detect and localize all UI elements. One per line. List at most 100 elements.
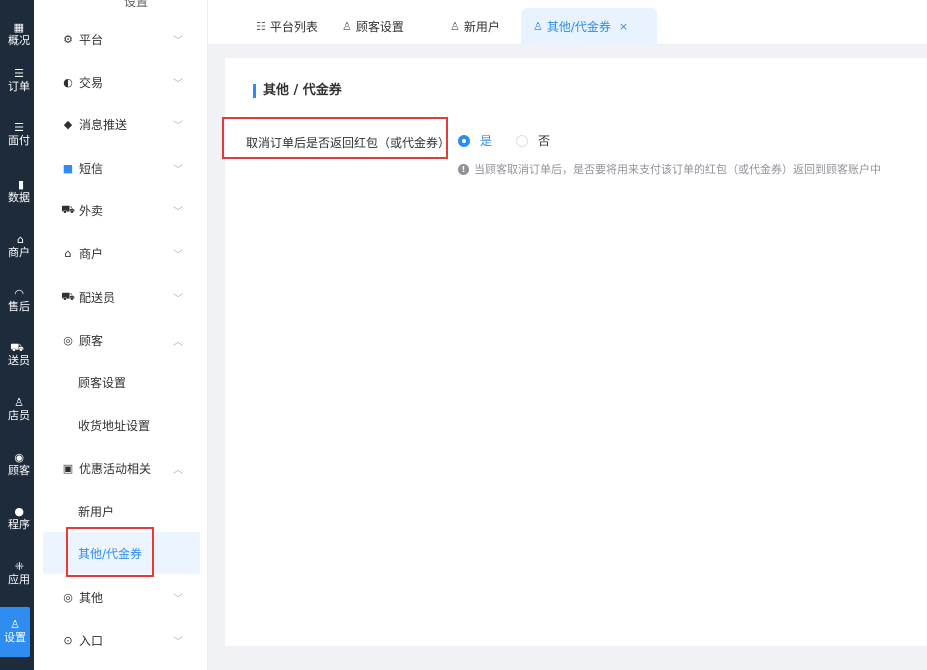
list-icon: ☷ — [256, 20, 266, 33]
submenu-item-label: 收货地址设置 — [78, 418, 151, 433]
wechat-icon: ● — [14, 505, 24, 518]
return-voucher-label: 取消订单后是否返回红包（或代金券） — [246, 136, 451, 150]
gear-icon: ⚙ — [63, 32, 73, 46]
submenu-group-platform[interactable]: ⚙ 平台 ﹀ — [34, 19, 207, 59]
submenu-group-label: 顾客 — [79, 333, 104, 348]
sms-icon: ■ — [62, 161, 74, 175]
submenu-group-merchant[interactable]: ⌂ 商户 ﹀ — [34, 233, 207, 273]
chevron-up-icon: ︿ — [173, 464, 183, 476]
rail-item-label: 数据 — [8, 191, 30, 204]
rail-item-overview[interactable]: ▦ 概况 — [0, 10, 34, 60]
submenu-group-takeaway[interactable]: ⛟ 外卖 ﹀ — [34, 190, 207, 230]
customer-icon: ◉ — [14, 451, 24, 464]
page-title: 其他 / 代金券 — [253, 84, 342, 98]
radio-no-label: 否 — [538, 134, 551, 148]
tab-label: 新用户 — [463, 20, 500, 34]
rail-item-label: 商户 — [8, 246, 30, 259]
radio-checked-icon — [458, 134, 470, 147]
submenu-group-courier[interactable]: ⛟ 配送员 ﹀ — [34, 277, 207, 317]
submenu-group-trade[interactable]: ◐ 交易 ﹀ — [34, 62, 207, 102]
rail-item-orders[interactable]: ☰ 订单 — [0, 56, 34, 106]
submenu-item-label: 其他/代金券 — [78, 546, 143, 561]
submenu-group-promotions[interactable]: ▣ 优惠活动相关 ︿ — [34, 448, 207, 488]
entry-icon: ⊙ — [63, 633, 73, 647]
rail-item-face-pay[interactable]: ☰ 面付 — [0, 110, 34, 160]
apps-icon: ⁜ — [14, 560, 24, 573]
tab-new-user[interactable]: ♙ 新用户 — [438, 8, 512, 45]
rail-item-staff[interactable]: ♙ 店员 — [0, 385, 34, 435]
store-icon: ⌂ — [64, 246, 72, 260]
headset-icon: ◠ — [14, 287, 24, 300]
rail-item-label: 售后 — [8, 300, 30, 313]
hint-message: 当顾客取消订单后，是否要将用来支付该订单的红包（或代金券）返回到顾客账户中 — [474, 163, 881, 176]
push-icon: ◆ — [63, 117, 73, 131]
rail-item-label: 设置 — [4, 631, 26, 644]
submenu-group-label: 短信 — [79, 161, 104, 176]
chevron-down-icon: ﹀ — [173, 78, 183, 90]
user-icon: ♙ — [450, 20, 460, 33]
overview-icon: ▦ — [13, 21, 24, 34]
face-pay-icon: ☰ — [14, 121, 24, 134]
user-icon: ♙ — [342, 20, 352, 33]
submenu-group-label: 入口 — [79, 633, 104, 648]
tab-customer-settings[interactable]: ♙ 顾客设置 — [330, 8, 416, 45]
submenu-group-label: 消息推送 — [79, 117, 128, 132]
submenu-item-new-user[interactable]: 新用户 — [43, 490, 200, 532]
rail-item-customer[interactable]: ◉ 顾客 — [0, 440, 34, 490]
gift-icon: ▣ — [62, 461, 74, 475]
radio-unchecked-icon — [516, 134, 528, 147]
rail-item-label: 应用 — [8, 573, 30, 586]
submenu-group-label: 商户 — [79, 246, 104, 261]
delivery-icon: ⛟ — [10, 341, 24, 354]
chevron-down-icon: ﹀ — [173, 293, 183, 305]
submenu-item-label: 新用户 — [78, 504, 115, 519]
takeaway-icon: ⛟ — [61, 202, 75, 216]
rail-item-label: 顾客 — [8, 464, 30, 477]
submenu-group-label: 配送员 — [79, 290, 116, 305]
submenu-item-other-voucher[interactable]: 其他/代金券 — [43, 532, 200, 574]
submenu-group-sms[interactable]: ■ 短信 ﹀ — [34, 148, 207, 188]
info-icon: ! — [458, 163, 469, 175]
chevron-down-icon: ﹀ — [173, 120, 183, 132]
order-list-icon: ☰ — [14, 67, 24, 80]
rail-item-label: 订单 — [8, 80, 30, 93]
rail-item-settings[interactable]: ♙ 设置 — [0, 607, 30, 657]
submenu-title: 设置 — [124, 0, 149, 9]
rail-item-after-sales[interactable]: ◠ 售后 — [0, 276, 34, 326]
submenu-item-address-settings[interactable]: 收货地址设置 — [43, 404, 200, 446]
icon-rail: ▦ 概况 ☰ 订单 ☰ 面付 ▮ 数据 ⌂ 商户 ◠ 售后 ⛟ 送员 ♙ 店员 … — [0, 0, 34, 670]
submenu-group-label: 交易 — [79, 75, 104, 90]
user-icon: ♙ — [533, 20, 543, 33]
submenu-group-label: 优惠活动相关 — [79, 461, 152, 476]
content-card: 其他 / 代金券 取消订单后是否返回红包（或代金券） 是 否 ! 当顾客取消订单… — [225, 58, 927, 646]
chevron-down-icon: ﹀ — [173, 249, 183, 261]
tab-platform-list[interactable]: ☷ 平台列表 — [244, 8, 330, 45]
radio-no[interactable]: 否 — [516, 132, 550, 149]
rail-item-courier[interactable]: ⛟ 送员 — [0, 330, 34, 380]
rail-item-apps[interactable]: ⁜ 应用 — [0, 549, 34, 599]
chevron-down-icon: ﹀ — [173, 206, 183, 218]
settings-icon: ♙ — [10, 618, 20, 631]
tab-other-voucher[interactable]: ♙ 其他/代金券 × — [521, 8, 657, 45]
submenu-group-customer[interactable]: ◎ 顾客 ︿ — [34, 320, 207, 360]
submenu-group-label: 外卖 — [79, 203, 104, 218]
rail-item-mini-program[interactable]: ● 程序 — [0, 494, 34, 544]
submenu-group-push[interactable]: ◆ 消息推送 ﹀ — [34, 104, 207, 144]
rail-item-label: 程序 — [8, 518, 30, 531]
close-icon[interactable]: × — [619, 20, 628, 33]
rail-item-merchant[interactable]: ⌂ 商户 — [0, 222, 34, 272]
submenu-group-entry[interactable]: ⊙ 入口 ﹀ — [34, 620, 207, 660]
chevron-up-icon: ︿ — [173, 336, 183, 348]
chevron-down-icon: ﹀ — [173, 164, 183, 176]
rail-item-data[interactable]: ▮ 数据 — [0, 167, 34, 217]
rail-item-label: 送员 — [8, 354, 30, 367]
customer-icon: ◎ — [63, 333, 73, 347]
rail-item-label: 概况 — [8, 34, 30, 47]
other-icon: ◎ — [63, 590, 73, 604]
submenu-item-label: 顾客设置 — [78, 375, 127, 390]
radio-yes[interactable]: 是 — [458, 132, 492, 149]
tab-label: 顾客设置 — [355, 20, 404, 34]
submenu-item-customer-settings[interactable]: 顾客设置 — [43, 361, 200, 403]
submenu-group-other[interactable]: ◎ 其他 ﹀ — [34, 577, 207, 617]
rail-item-label: 面付 — [8, 134, 30, 147]
